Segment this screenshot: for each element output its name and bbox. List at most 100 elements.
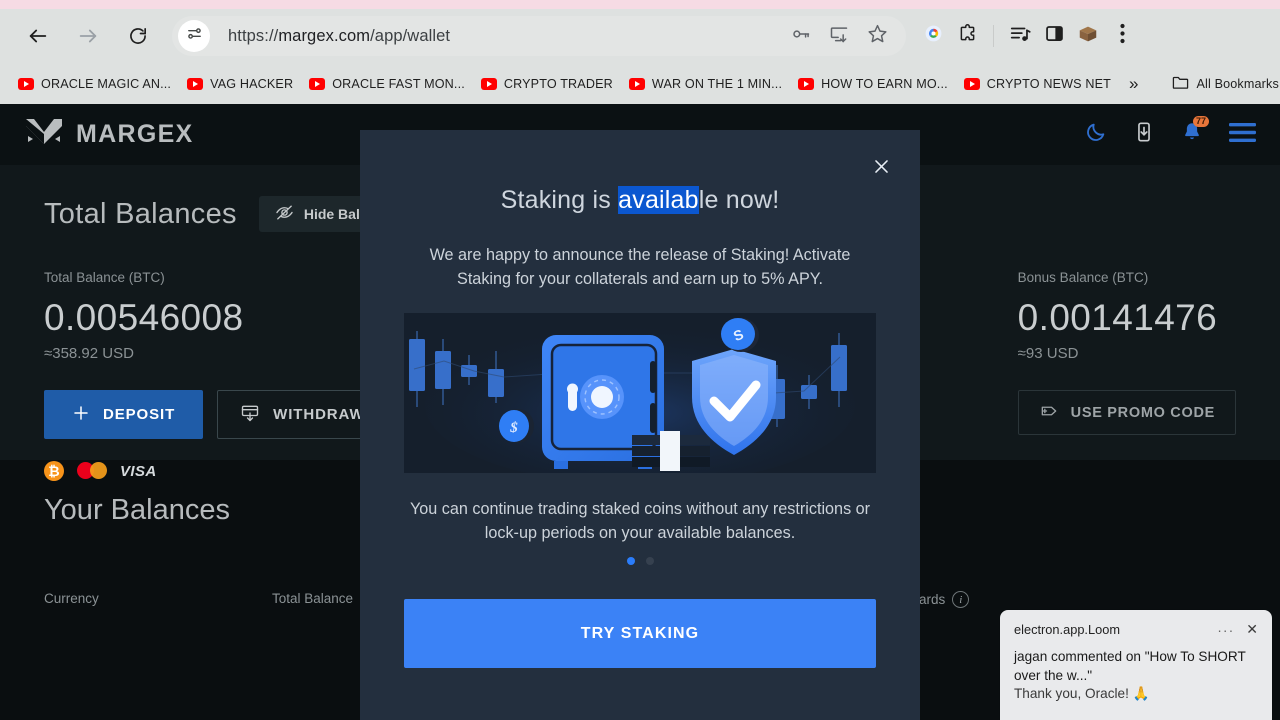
password-manager-button[interactable] xyxy=(786,21,816,51)
page-title: Total Balances xyxy=(44,197,237,230)
folder-icon xyxy=(1172,75,1189,93)
mobile-download-icon xyxy=(1133,121,1155,148)
toolbar-actions xyxy=(916,19,1139,53)
modal-title-selected-text: availab xyxy=(618,186,699,214)
toast-message: jagan commented on "How To SHORT over th… xyxy=(1014,649,1246,683)
toast-reply: Thank you, Oracle! 🙏 xyxy=(1014,686,1150,701)
theme-toggle-button[interactable] xyxy=(1085,121,1107,148)
more-options-icon[interactable]: ··· xyxy=(1217,622,1234,638)
bookmark-item[interactable]: CRYPTO TRADER xyxy=(473,73,621,95)
bookmark-item[interactable]: WAR ON THE 1 MIN... xyxy=(621,73,790,95)
deposit-label: DEPOSIT xyxy=(103,406,176,423)
notification-badge: 77 xyxy=(1192,116,1209,127)
total-balance-card: Total Balance (BTC) 0.00546008 ≈358.92 U… xyxy=(44,270,388,481)
margex-mark-icon xyxy=(24,117,64,152)
browser-menu-button[interactable] xyxy=(1105,19,1139,53)
youtube-icon xyxy=(798,77,815,90)
total-balance-usd: ≈358.92 USD xyxy=(44,345,134,362)
column-header-currency: Currency xyxy=(44,591,99,606)
main-menu-button[interactable] xyxy=(1229,122,1256,148)
mobile-app-button[interactable] xyxy=(1133,121,1155,148)
reload-icon xyxy=(128,26,148,46)
loom-notification-toast[interactable]: electron.app.Loom ··· ✕ jagan commented … xyxy=(1000,610,1272,720)
package-icon xyxy=(1077,23,1099,50)
package-button[interactable] xyxy=(1071,19,1105,53)
bookmarks-overflow-button[interactable]: » xyxy=(1119,70,1148,98)
toolbar-divider xyxy=(993,25,994,47)
svg-text:$: $ xyxy=(509,420,518,436)
withdraw-label: WITHDRAW xyxy=(273,406,365,423)
browser-tab-strip[interactable] xyxy=(0,0,1280,9)
bookmark-item[interactable]: ORACLE MAGIC AN... xyxy=(10,73,179,95)
three-dot-menu-icon xyxy=(1119,23,1125,49)
carousel-dot-1[interactable] xyxy=(626,557,635,565)
back-arrow-icon xyxy=(27,25,49,47)
browser-chrome: https://margex.com/app/wallet ORACLE MAG… xyxy=(0,0,1280,104)
forward-arrow-icon xyxy=(77,25,99,47)
google-profile-button[interactable] xyxy=(916,19,950,53)
bonus-balance-card: Bonus Balance (BTC) 0.00141476 ≈93 USD U… xyxy=(1017,270,1236,481)
modal-title: Staking is available now! xyxy=(404,186,876,215)
notifications-button[interactable]: 77 xyxy=(1181,116,1209,148)
forward-button[interactable] xyxy=(70,18,106,54)
bookmarks-bar: ORACLE MAGIC AN... VAG HACKER ORACLE FAS… xyxy=(0,63,1280,104)
tag-icon xyxy=(1039,401,1059,425)
bookmark-item[interactable]: ORACLE FAST MON... xyxy=(301,73,473,95)
bookmark-button[interactable] xyxy=(862,21,892,51)
margex-logo[interactable]: MARGEX xyxy=(24,117,194,152)
youtube-icon xyxy=(18,77,34,90)
install-app-button[interactable] xyxy=(824,21,854,51)
reload-button[interactable] xyxy=(120,18,156,54)
all-bookmarks-button[interactable]: All Bookmarks xyxy=(1164,71,1280,97)
deposit-button[interactable]: DEPOSIT xyxy=(44,390,204,439)
toast-header: electron.app.Loom ··· ✕ xyxy=(1014,621,1258,638)
modal-title-part-1: Staking is xyxy=(500,186,619,214)
carousel-dot-2[interactable] xyxy=(645,557,654,565)
header-icon-group: 77 xyxy=(1085,116,1256,148)
youtube-icon xyxy=(187,77,204,90)
media-playlist-button[interactable] xyxy=(1003,19,1037,53)
extensions-button[interactable] xyxy=(950,19,984,53)
try-staking-button[interactable]: TRY STAKING xyxy=(404,599,876,668)
key-icon xyxy=(791,24,811,49)
bitcoin-icon: ₿ xyxy=(44,461,64,481)
balance-actions: DEPOSIT WITHDRAW xyxy=(44,390,388,439)
address-bar[interactable]: https://margex.com/app/wallet xyxy=(172,16,906,56)
install-app-icon xyxy=(829,24,849,49)
url-text[interactable]: https://margex.com/app/wallet xyxy=(228,27,786,46)
page-viewport: MARGEX 77 Total Balances Hide Balan Tota… xyxy=(0,104,1280,720)
bookmark-item[interactable]: VAG HACKER xyxy=(179,73,301,95)
star-icon xyxy=(867,23,888,49)
total-balance-amount: 0.00546008 xyxy=(44,297,244,338)
site-settings-button[interactable] xyxy=(178,20,210,52)
use-promo-code-button[interactable]: USE PROMO CODE xyxy=(1017,390,1236,435)
bonus-actions: USE PROMO CODE xyxy=(1017,390,1236,435)
payment-methods: ₿ VISA xyxy=(44,461,388,481)
moon-icon xyxy=(1085,121,1107,148)
eye-off-icon xyxy=(275,203,294,225)
margex-wordmark: MARGEX xyxy=(76,120,194,148)
vault-shield-coins-candlesticks-illustration: $ S xyxy=(404,313,876,473)
youtube-icon xyxy=(963,77,980,90)
visa-icon: VISA xyxy=(120,462,157,480)
modal-subtitle: We are happy to announce the release of … xyxy=(429,246,851,288)
close-icon xyxy=(872,157,891,181)
mastercard-icon xyxy=(77,461,107,481)
bonus-balance-usd: ≈93 USD xyxy=(1017,345,1079,362)
bonus-balance-label: Bonus Balance (BTC) xyxy=(1017,270,1149,285)
toast-app-name: electron.app.Loom xyxy=(1014,622,1120,637)
bonus-balance-amount: 0.00141476 xyxy=(1017,297,1218,338)
side-panel-icon xyxy=(1044,23,1065,49)
total-balance-label: Total Balance (BTC) xyxy=(44,270,165,285)
back-button[interactable] xyxy=(20,18,56,54)
side-panel-button[interactable] xyxy=(1037,19,1071,53)
plus-icon xyxy=(72,404,90,426)
puzzle-extension-icon xyxy=(957,23,978,49)
modal-close-button[interactable] xyxy=(868,156,894,182)
bookmark-item[interactable]: CRYPTO NEWS NET xyxy=(956,73,1119,95)
info-icon[interactable]: i xyxy=(952,591,970,608)
bookmark-item[interactable]: HOW TO EARN MO... xyxy=(790,73,956,95)
tune-sliders-icon xyxy=(186,25,203,47)
youtube-icon xyxy=(628,77,645,90)
close-icon[interactable]: ✕ xyxy=(1246,621,1258,638)
